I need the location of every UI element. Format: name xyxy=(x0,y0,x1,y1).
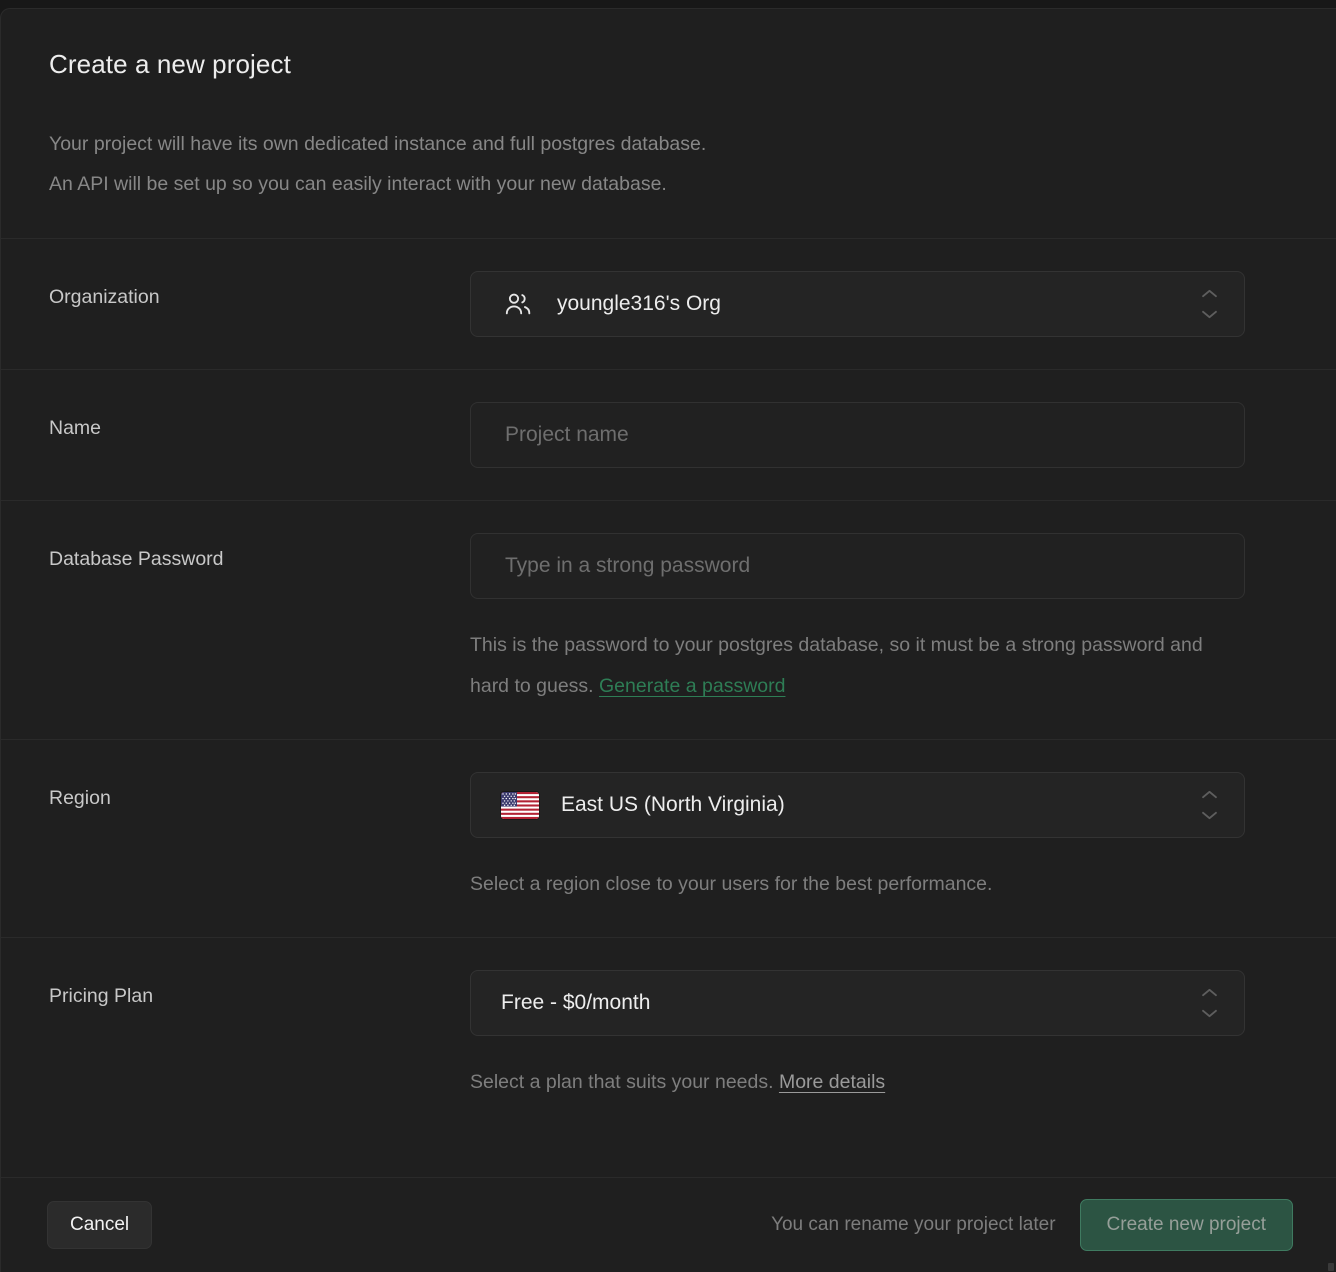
rename-note: You can rename your project later xyxy=(771,1214,1055,1236)
database-password-placeholder: Type in a strong password xyxy=(505,554,750,578)
organization-value: youngle316's Org xyxy=(557,292,721,316)
region-help-text: Select a region close to your users for … xyxy=(470,864,1245,905)
pricing-plan-help: Select a plan that suits your needs. Mor… xyxy=(470,1062,1245,1103)
region-field: East US (North Virginia) Select a region… xyxy=(470,772,1288,905)
pricing-plan-help-text: Select a plan that suits your needs. xyxy=(470,1071,774,1093)
create-new-project-button[interactable]: Create new project xyxy=(1080,1199,1293,1251)
organization-row: Organization youngle316's Org xyxy=(1,239,1336,370)
more-details-link[interactable]: More details xyxy=(779,1071,885,1093)
create-project-dialog: Create a new project Your project will h… xyxy=(0,8,1336,1272)
region-row: Region xyxy=(1,740,1336,938)
database-password-help: This is the password to your postgres da… xyxy=(470,625,1245,707)
region-label: Region xyxy=(49,772,470,905)
project-name-input[interactable]: Project name xyxy=(470,402,1245,468)
users-icon xyxy=(501,287,535,321)
database-password-row: Database Password Type in a strong passw… xyxy=(1,501,1336,740)
region-select[interactable]: East US (North Virginia) xyxy=(470,772,1245,838)
database-password-field: Type in a strong password This is the pa… xyxy=(470,533,1288,707)
region-value: East US (North Virginia) xyxy=(561,793,785,817)
dialog-description-line-1: Your project will have its own dedicated… xyxy=(49,124,1288,164)
resize-handle[interactable] xyxy=(1328,1263,1334,1271)
name-label: Name xyxy=(49,402,470,468)
dialog-description-line-2: An API will be set up so you can easily … xyxy=(49,164,1288,204)
database-password-input[interactable]: Type in a strong password xyxy=(470,533,1245,599)
organization-field: youngle316's Org xyxy=(470,271,1288,337)
organization-select[interactable]: youngle316's Org xyxy=(470,271,1245,337)
project-name-placeholder: Project name xyxy=(505,423,629,447)
pricing-plan-select[interactable]: Free - $0/month xyxy=(470,970,1245,1036)
organization-label: Organization xyxy=(49,271,470,337)
dialog-footer: Cancel You can rename your project later… xyxy=(1,1177,1336,1272)
name-row: Name Project name xyxy=(1,370,1336,501)
pricing-plan-label: Pricing Plan xyxy=(49,970,470,1103)
chevron-up-down-icon xyxy=(1200,790,1218,820)
name-field: Project name xyxy=(470,402,1288,468)
chevron-up-down-icon xyxy=(1200,988,1218,1018)
dialog-header: Create a new project Your project will h… xyxy=(1,9,1336,239)
database-password-label: Database Password xyxy=(49,533,470,707)
pricing-plan-value: Free - $0/month xyxy=(501,991,650,1015)
pricing-plan-row: Pricing Plan Free - $0/month Select a pl… xyxy=(1,938,1336,1135)
page-title: Create a new project xyxy=(49,49,1288,80)
generate-password-link[interactable]: Generate a password xyxy=(599,675,785,697)
us-flag-icon xyxy=(501,792,539,819)
cancel-button[interactable]: Cancel xyxy=(47,1201,152,1249)
database-password-help-text: This is the password to your postgres da… xyxy=(470,634,1203,697)
pricing-plan-field: Free - $0/month Select a plan that suits… xyxy=(470,970,1288,1103)
chevron-up-down-icon xyxy=(1200,289,1218,319)
